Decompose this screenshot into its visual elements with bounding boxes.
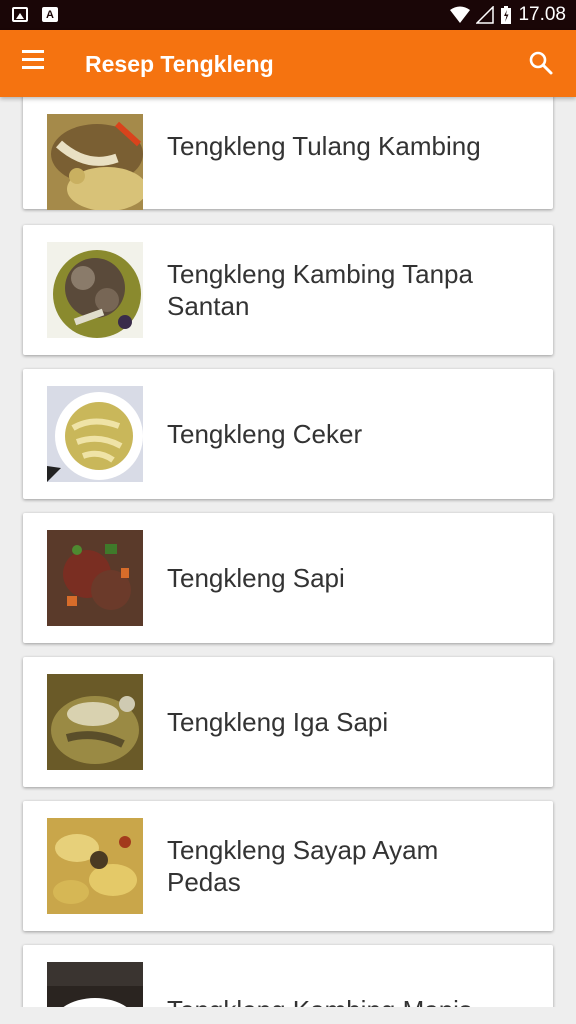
recipe-thumbnail [47, 530, 143, 626]
list-item[interactable]: Tengkleng Sapi [23, 513, 553, 643]
list-item[interactable]: Tengkleng Ceker [23, 369, 553, 499]
battery-icon [501, 6, 512, 24]
list-item[interactable]: Tengkleng Kambing Tanpa Santan [23, 225, 553, 355]
recipe-thumbnail [47, 818, 143, 914]
list-item[interactable]: Tengkleng Sayap Ayam Pedas [23, 801, 553, 931]
search-icon[interactable] [528, 50, 556, 78]
cell-signal-icon [476, 6, 495, 24]
recipe-title: Tengkleng Sapi [167, 563, 345, 593]
wifi-icon [450, 6, 471, 23]
recipe-thumbnail [47, 386, 143, 482]
clock: 17.08 [518, 4, 566, 25]
recipe-title: Tengkleng Kambing Manis [167, 945, 517, 1007]
recipe-thumbnail [47, 242, 143, 338]
list-item[interactable]: Tengkleng Kambing Manis [23, 945, 553, 1007]
app-bar: Resep Tengkleng [0, 30, 576, 97]
recipe-title: Tengkleng Iga Sapi [167, 707, 389, 737]
menu-icon[interactable] [18, 50, 48, 76]
list-item[interactable]: Tengkleng Tulang Kambing [23, 97, 553, 210]
recipe-thumbnail [47, 674, 143, 770]
recipe-list[interactable]: Tengkleng Tulang Kambing Tengkleng Kambi… [0, 97, 576, 1007]
recipe-thumbnail [47, 962, 143, 1007]
page-title: Resep Tengkleng [85, 51, 274, 77]
status-bar: A 17.08 [0, 0, 576, 30]
recipe-title: Tengkleng Ceker [167, 419, 363, 449]
app-notification-icon: A [42, 7, 58, 22]
list-item[interactable]: Tengkleng Iga Sapi [23, 657, 553, 787]
recipe-title: Tengkleng Tulang Kambing [167, 131, 481, 161]
recipe-title: Tengkleng Kambing Tanpa Santan [167, 259, 473, 321]
recipe-thumbnail [47, 114, 143, 210]
bottom-edge [0, 1007, 576, 1024]
recipe-title: Tengkleng Sayap Ayam Pedas [167, 835, 439, 897]
gallery-notification-icon [12, 7, 28, 22]
